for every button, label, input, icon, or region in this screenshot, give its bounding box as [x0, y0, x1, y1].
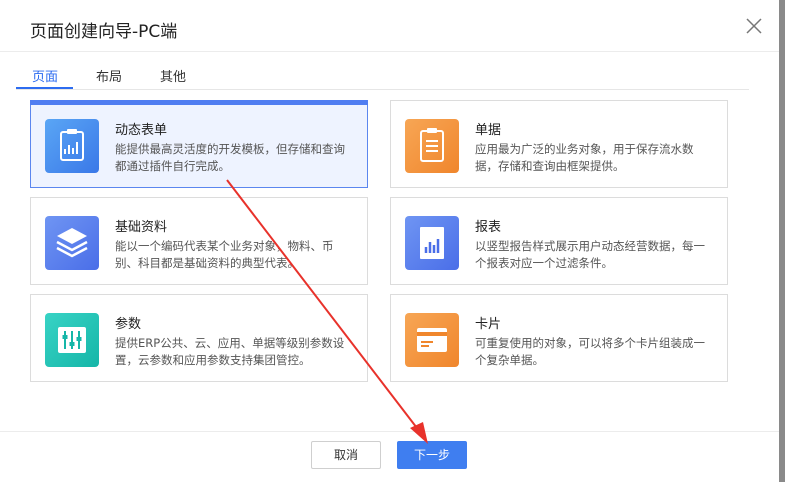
card-title: 报表	[475, 220, 502, 235]
card-bill[interactable]: 单据 应用最为广泛的业务对象，用于保存流水数据，存储和查询由框架提供。	[390, 100, 728, 188]
card-title: 卡片	[475, 317, 502, 332]
card-description: 可重复使用的对象，可以将多个卡片组装成一个复杂单据。	[475, 336, 705, 367]
card-icon	[405, 313, 459, 367]
tabs-divider	[16, 89, 749, 90]
tab-page[interactable]: 页面	[32, 66, 58, 85]
card-description: 能提供最高灵活度的开发模板，但存储和查询都通过插件自行完成。	[115, 142, 345, 173]
card-title: 动态表单	[115, 123, 168, 138]
card-description: 能以一个编码代表某个业务对象，物料、币别、科目都是基础资料的典型代表。	[115, 239, 334, 270]
card-dynamic-form[interactable]: 动态表单 能提供最高灵活度的开发模板，但存储和查询都通过插件自行完成。	[30, 100, 368, 188]
bill-icon	[405, 119, 459, 173]
card-card[interactable]: 卡片 可重复使用的对象，可以将多个卡片组装成一个复杂单据。	[390, 294, 728, 382]
card-report[interactable]: 报表 以竖型报告样式展示用户动态经营数据，每一个报表对应一个过滤条件。	[390, 197, 728, 285]
card-title: 基础资料	[115, 220, 168, 235]
card-title: 参数	[115, 317, 142, 332]
base-data-icon	[45, 216, 99, 270]
card-description: 提供ERP公共、云、应用、单据等级别参数设置，云参数和应用参数支持集团管控。	[115, 336, 345, 367]
card-parameter[interactable]: 参数 提供ERP公共、云、应用、单据等级别参数设置，云参数和应用参数支持集团管控…	[30, 294, 368, 382]
report-icon	[405, 216, 459, 270]
tab-layout[interactable]: 布局	[96, 66, 122, 85]
tab-other[interactable]: 其他	[160, 66, 186, 85]
cancel-button[interactable]: 取消	[311, 441, 381, 469]
dynamic-form-icon	[45, 119, 99, 173]
card-base-data[interactable]: 基础资料 能以一个编码代表某个业务对象，物料、币别、科目都是基础资料的典型代表。	[30, 197, 368, 285]
card-description: 应用最为广泛的业务对象，用于保存流水数据，存储和查询由框架提供。	[475, 142, 694, 173]
dialog-title: 页面创建向导-PC端	[30, 22, 178, 42]
page-wizard-dialog: 页面创建向导-PC端 页面 布局 其他 动态表单 能提供最高灵活度的开发模板，但…	[0, 0, 779, 482]
card-description: 以竖型报告样式展示用户动态经营数据，每一个报表对应一个过滤条件。	[475, 239, 705, 270]
card-title: 单据	[475, 123, 502, 138]
footer-divider	[0, 431, 779, 432]
close-icon[interactable]	[743, 15, 765, 37]
header-divider	[0, 51, 779, 52]
parameter-icon	[45, 313, 99, 367]
next-step-button[interactable]: 下一步	[397, 441, 467, 469]
